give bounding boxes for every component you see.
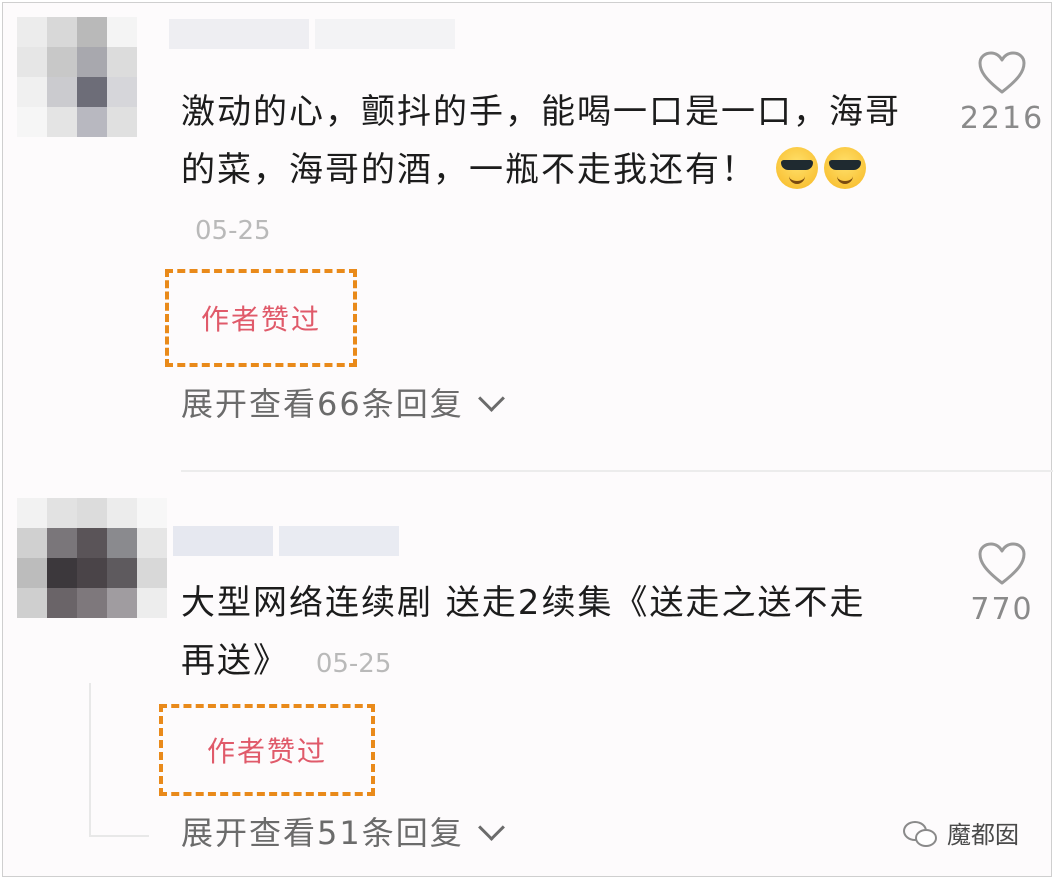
comment-list: 激动的心，颤抖的手，能喝一口是一口，海哥的菜，海哥的酒，一瓶不走我还有！ 05-… (2, 2, 1053, 878)
comment-time: 05-25 (195, 216, 271, 246)
thread-line (89, 683, 91, 837)
expand-replies-label: 展开查看51条回复 (181, 814, 464, 852)
expand-replies-label: 展开查看66条回复 (181, 385, 464, 423)
author-liked-badge: 作者赞过 (165, 269, 357, 367)
author-liked-badge: 作者赞过 (159, 704, 375, 796)
author-liked-label: 作者赞过 (200, 303, 321, 336)
expand-replies-button[interactable]: 展开查看66条回复 (181, 379, 505, 425)
comment-item: 激动的心，颤抖的手，能喝一口是一口，海哥的菜，海哥的酒，一瓶不走我还有！ 05-… (3, 3, 1053, 471)
author-liked-label: 作者赞过 (206, 735, 327, 768)
watermark-text: 魔都囡 (947, 821, 1019, 849)
avatar[interactable] (17, 498, 167, 618)
heart-icon (978, 542, 1026, 585)
comment-body: 大型网络连续剧 送走2续集《送走之送不走再送》 (181, 583, 866, 681)
comment-text: 激动的心，颤抖的手，能喝一口是一口，海哥的菜，海哥的酒，一瓶不走我还有！ 05-… (181, 83, 901, 260)
comment-item: 大型网络连续剧 送走2续集《送走之送不走再送》 05-25 作者赞过 展开查看5… (3, 472, 1053, 878)
heart-icon (978, 51, 1026, 94)
watermark: 魔都囡 (903, 815, 1019, 850)
comment-time: 05-25 (315, 649, 392, 679)
avatar[interactable] (17, 17, 137, 137)
username-blurred[interactable] (173, 526, 399, 556)
cool-face-emoji-icon (775, 147, 818, 189)
comment-text: 大型网络连续剧 送走2续集《送走之送不走再送》 05-25 (181, 574, 901, 693)
chevron-down-icon (477, 813, 505, 841)
wechat-icon (903, 819, 939, 847)
chevron-down-icon (477, 384, 505, 412)
like-button[interactable]: 770 (957, 542, 1047, 627)
thread-line (89, 835, 149, 837)
cool-face-emoji-icon (823, 147, 866, 189)
like-button[interactable]: 2216 (957, 51, 1047, 136)
like-count: 2216 (959, 101, 1045, 136)
username-blurred[interactable] (169, 19, 455, 49)
expand-replies-button[interactable]: 展开查看51条回复 (181, 808, 505, 854)
like-count: 770 (970, 592, 1034, 627)
